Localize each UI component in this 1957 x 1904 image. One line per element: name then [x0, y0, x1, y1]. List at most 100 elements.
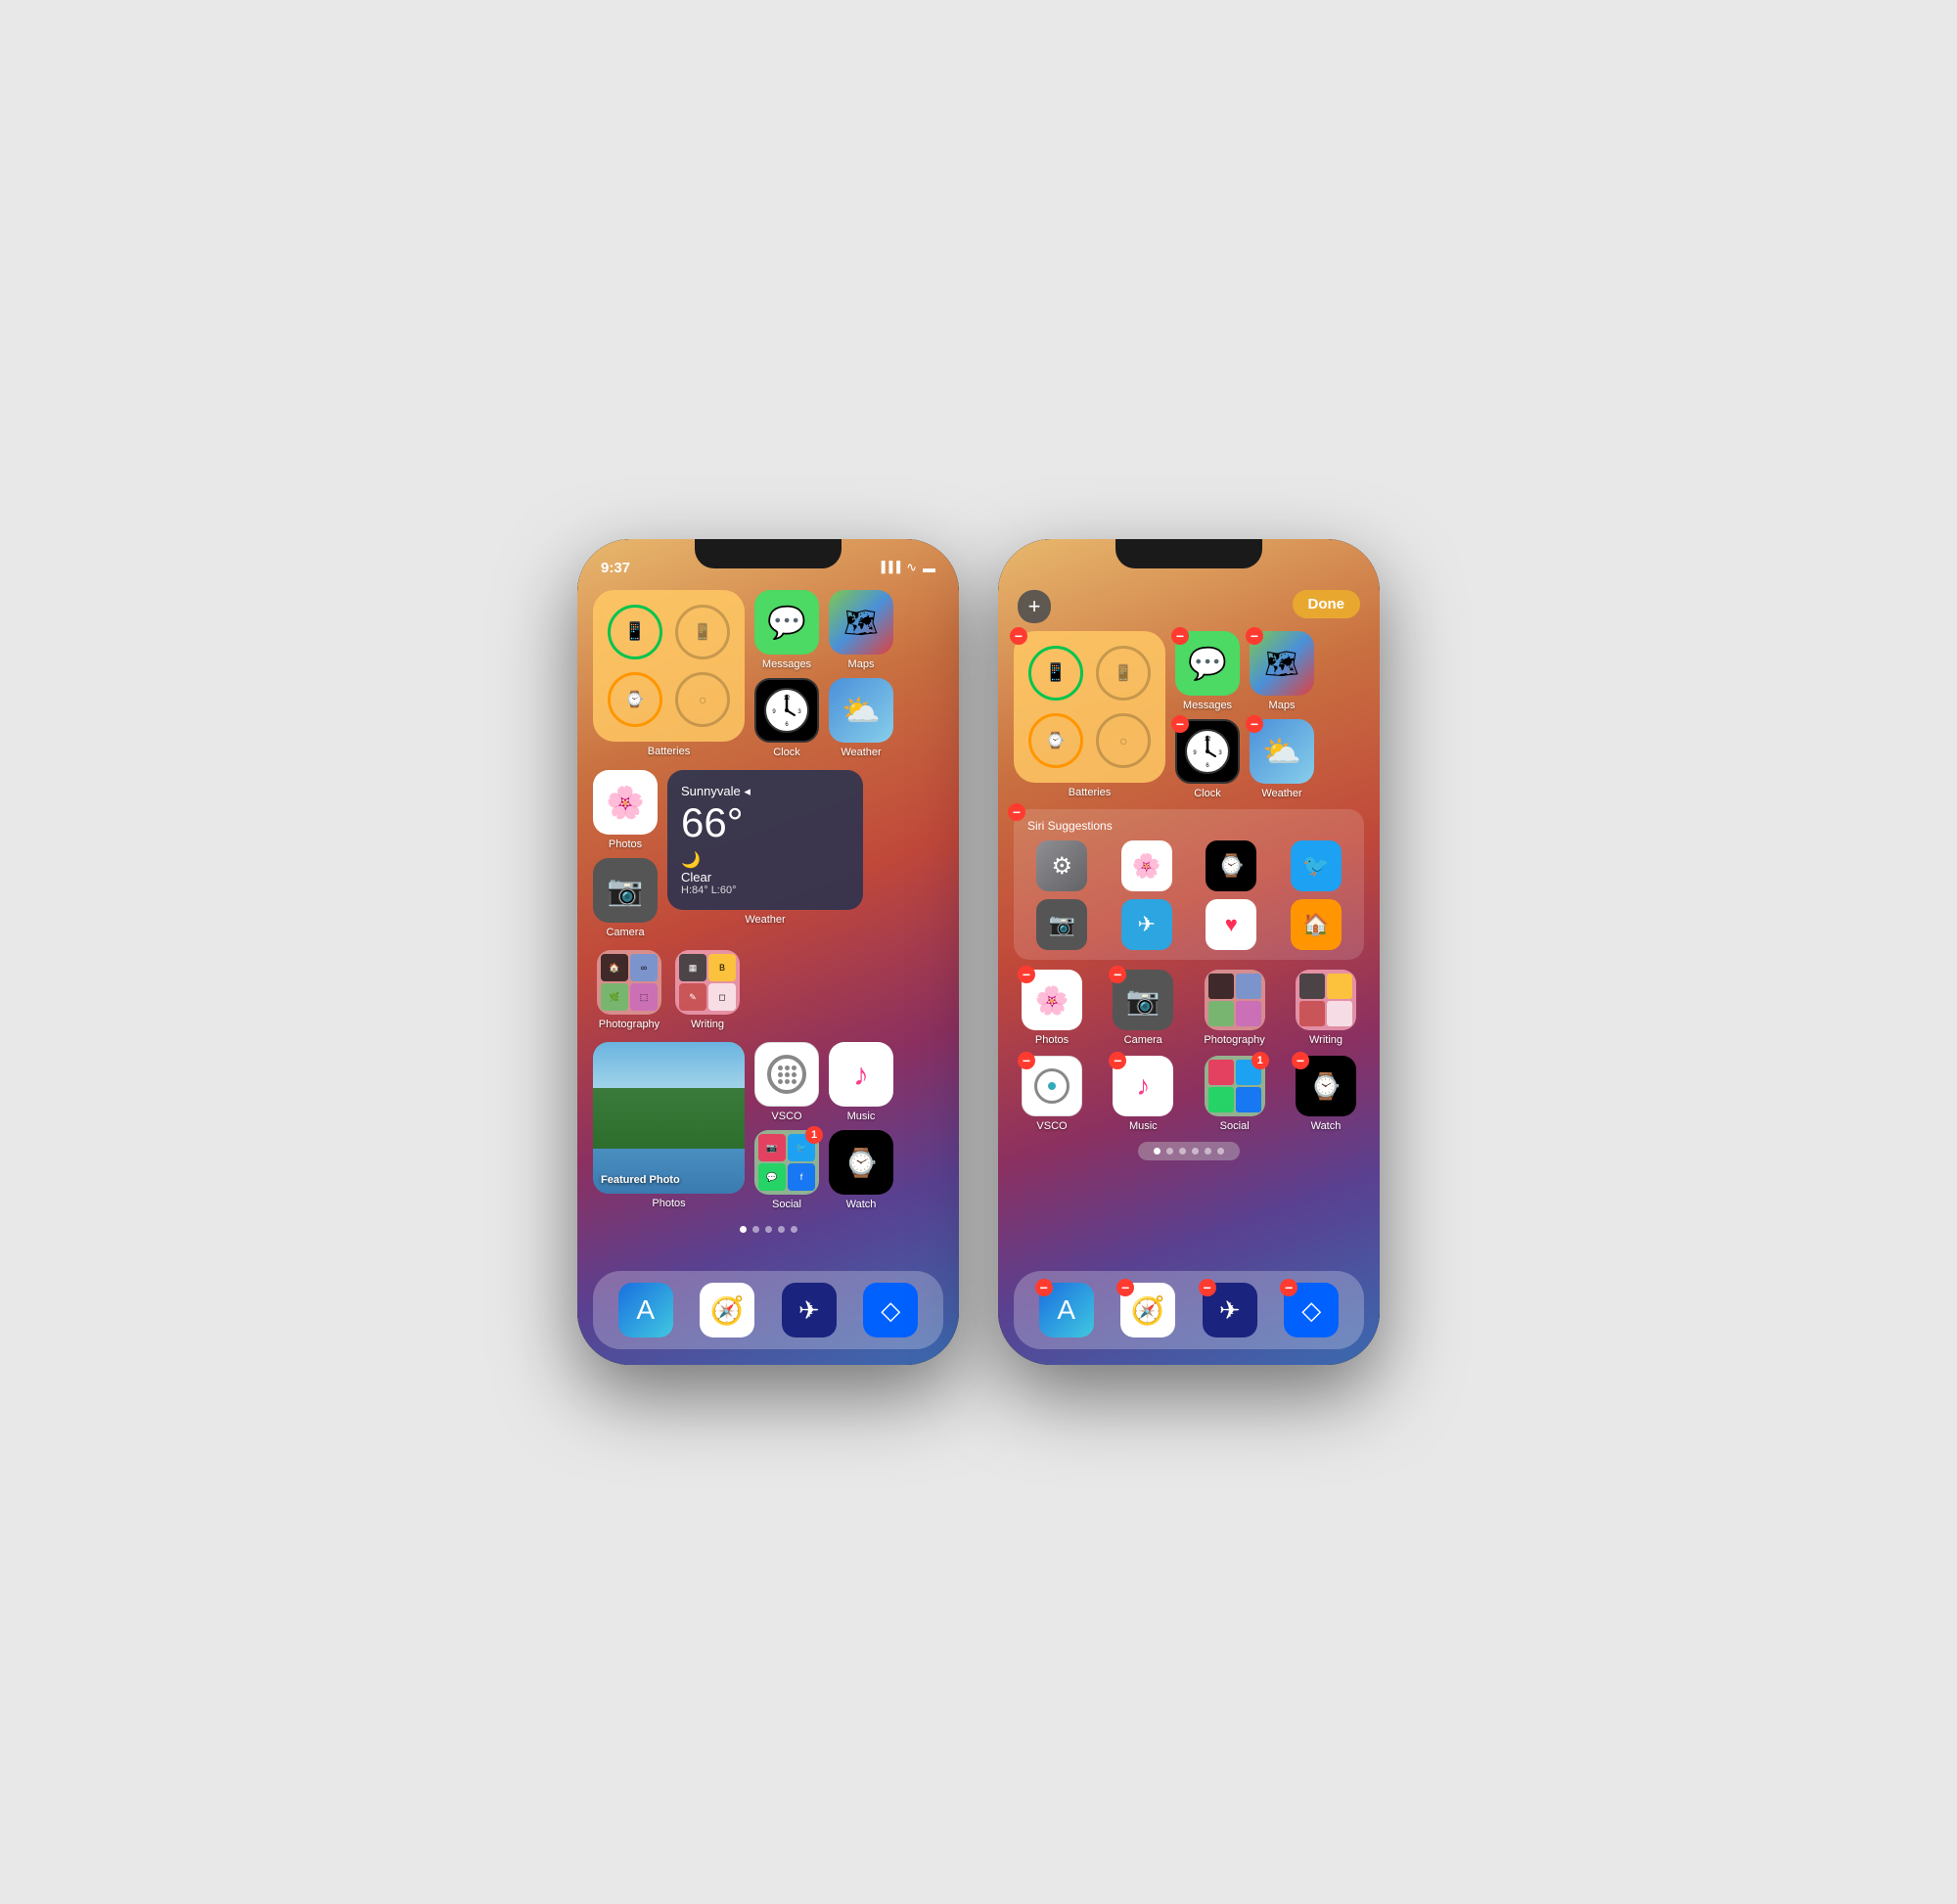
maps-icon-wrapper[interactable]: 🗺 Maps — [829, 590, 893, 670]
add-widget-button[interactable]: + — [1018, 590, 1051, 623]
clock-icon-wrapper[interactable]: 12 3 6 9 Clock — [754, 678, 819, 758]
vsco-ring — [767, 1055, 806, 1094]
photo-mini-1 — [1208, 974, 1234, 999]
battery-remove-badge[interactable]: − — [1010, 627, 1027, 645]
telegram-symbol: ✈ — [1138, 912, 1156, 937]
health-icon: ♥ — [1206, 899, 1256, 950]
siri-settings[interactable]: ⚙ — [1024, 840, 1101, 891]
photography-folder-wrapper[interactable]: 🏠 ∞ 🌿 ⬚ Photography — [597, 950, 661, 1030]
edit-camera2-label: Camera — [1124, 1034, 1162, 1046]
siri-grid: ⚙ 🌸 ⌚ 🐦 — [1024, 840, 1354, 950]
edit-clock-wrapper[interactable]: 12 3 6 9 − Clock — [1175, 719, 1240, 799]
vsco-wrapper[interactable]: VSCO — [754, 1042, 819, 1122]
maps-remove[interactable]: − — [1246, 627, 1263, 645]
edit-photos-wrapper[interactable]: 🌸 − Photos — [1022, 970, 1082, 1046]
camera-label: Camera — [606, 927, 644, 938]
siri-home[interactable]: 🏠 — [1278, 899, 1355, 950]
siri-camera[interactable]: 📷 — [1024, 899, 1101, 950]
messages-icon-wrapper[interactable]: 💬 Messages — [754, 590, 819, 670]
clock-weather-row: 12 3 6 9 Clock ⛅ — [754, 678, 893, 758]
writing-mini-b — [1327, 974, 1352, 999]
edit-battery-circle-1: 📱 — [1028, 646, 1083, 701]
siri-photos[interactable]: 🌸 — [1109, 840, 1186, 891]
social-wrapper[interactable]: 📷 🐦 💬 f 1 Social — [754, 1130, 819, 1210]
edit-photos-label: Photos — [1035, 1034, 1069, 1046]
vsco-music-row: VSCO ♪ Music — [754, 1042, 893, 1122]
clock-remove[interactable]: − — [1171, 715, 1189, 733]
siri-health[interactable]: ♥ — [1193, 899, 1270, 950]
home-content-1: 📱 📱 ⌚ — [577, 582, 959, 1365]
writing-mini-d — [1327, 1001, 1352, 1026]
edit-battery-label: Batteries — [1069, 787, 1111, 798]
edit-vsco2-container: − — [1022, 1056, 1082, 1116]
music-wrapper[interactable]: ♪ Music — [829, 1042, 893, 1122]
weather-widget: Sunnyvale ◂ 66° 🌙 Clear H:84° L:60° — [667, 770, 863, 910]
edit-weather-wrapper[interactable]: ⛅ − Weather — [1250, 719, 1314, 799]
battery-circle-3: ⌚ — [608, 672, 662, 727]
social-watch-row: 📷 🐦 💬 f 1 Social ⌚ — [754, 1130, 893, 1210]
vsco-remove[interactable]: − — [1018, 1052, 1035, 1069]
edit-dot-3 — [1179, 1148, 1186, 1155]
writing-mini-1: ▦ — [679, 954, 706, 981]
edit-music2-wrapper[interactable]: ♪ − Music — [1113, 1056, 1173, 1132]
folder-mini-4: ⬚ — [630, 983, 658, 1011]
messages-remove[interactable]: − — [1171, 627, 1189, 645]
done-button[interactable]: Done — [1293, 590, 1361, 618]
settings-icon: ⚙ — [1036, 840, 1087, 891]
phone-1: 9:37 ▐▐▐ ∿ ▬ 📱 — [577, 539, 959, 1365]
edit-clock-svg: 12 3 6 9 — [1183, 727, 1232, 776]
moon-icon: 🌙 — [681, 850, 849, 870]
edit-weather-label: Weather — [1261, 788, 1301, 799]
edit-photography2-container — [1205, 970, 1265, 1030]
edit-watch2-wrapper[interactable]: ⌚ − Watch — [1296, 1056, 1356, 1132]
watch-label: Watch — [846, 1199, 877, 1210]
edit-vsco2-wrapper[interactable]: − VSCO — [1022, 1056, 1082, 1132]
edit-social2-wrapper[interactable]: 1 Social — [1205, 1056, 1265, 1132]
page-dots-1 — [593, 1226, 943, 1233]
photos-remove[interactable]: − — [1018, 966, 1035, 983]
edit-watch2-container: ⌚ − — [1296, 1056, 1356, 1116]
edit-messages-bubble: 💬 — [1188, 645, 1227, 682]
edit-clock-container: 12 3 6 9 − — [1175, 719, 1240, 784]
photos-icon: 🌸 — [593, 770, 658, 835]
watch-icon: ⌚ — [829, 1130, 893, 1195]
writing-mini-c — [1299, 1001, 1325, 1026]
siri-remove[interactable]: − — [1008, 803, 1025, 821]
watch-remove[interactable]: − — [1292, 1052, 1309, 1069]
weather-temp: 66° — [681, 799, 849, 846]
edit-maps-label: Maps — [1269, 700, 1296, 711]
weather-icon-wrapper[interactable]: ⛅ Weather — [829, 678, 893, 758]
edit-maps-wrapper[interactable]: 🗺 − Maps — [1250, 631, 1314, 711]
siri-telegram[interactable]: ✈ — [1109, 899, 1186, 950]
edit-iphone-icon: 📱 — [1045, 662, 1067, 683]
social-fb: f — [788, 1163, 815, 1191]
edit-photography2-wrapper[interactable]: Photography — [1204, 970, 1264, 1046]
watchface-symbol: ⌚ — [1218, 853, 1245, 879]
weather-remove[interactable]: − — [1246, 715, 1263, 733]
folder-row: 🏠 ∞ 🌿 ⬚ Photography ▦ B ✎ ◻ Writing — [593, 950, 943, 1030]
camera-app-wrapper[interactable]: 📷 Camera — [593, 858, 658, 938]
photography-folder-icon: 🏠 ∞ 🌿 ⬚ — [597, 950, 661, 1015]
s-mini-1 — [1208, 1060, 1234, 1085]
vsco-dot — [792, 1065, 796, 1070]
photos-app-wrapper[interactable]: 🌸 Photos — [593, 770, 658, 850]
watchface-icon: ⌚ — [1206, 840, 1256, 891]
vsco-label: VSCO — [771, 1111, 801, 1122]
edit-social2-label: Social — [1220, 1120, 1250, 1132]
edit-camera2-wrapper[interactable]: 📷 − Camera — [1113, 970, 1173, 1046]
writing-folder-wrapper[interactable]: ▦ B ✎ ◻ Writing — [675, 950, 740, 1030]
twitterrific-bird: 🐦 — [1302, 853, 1329, 879]
svg-text:12: 12 — [1205, 737, 1211, 743]
siri-watchface[interactable]: ⌚ — [1193, 840, 1270, 891]
watch-wrapper[interactable]: ⌚ Watch — [829, 1130, 893, 1210]
edit-music2-container: ♪ − — [1113, 1056, 1173, 1116]
edit-dot-5 — [1205, 1148, 1211, 1155]
edit-writing2-wrapper[interactable]: Writing — [1296, 970, 1356, 1046]
edit-music2-label: Music — [1129, 1120, 1158, 1132]
siri-twitterrific[interactable]: 🐦 — [1278, 840, 1355, 891]
messages-bubble: 💬 — [767, 604, 806, 641]
edit-messages-wrapper[interactable]: 💬 − Messages — [1175, 631, 1240, 711]
edit-dot-1 — [1154, 1148, 1161, 1155]
featured-photo-widget: Featured Photo — [593, 1042, 745, 1194]
folder-mini-2: ∞ — [630, 954, 658, 981]
